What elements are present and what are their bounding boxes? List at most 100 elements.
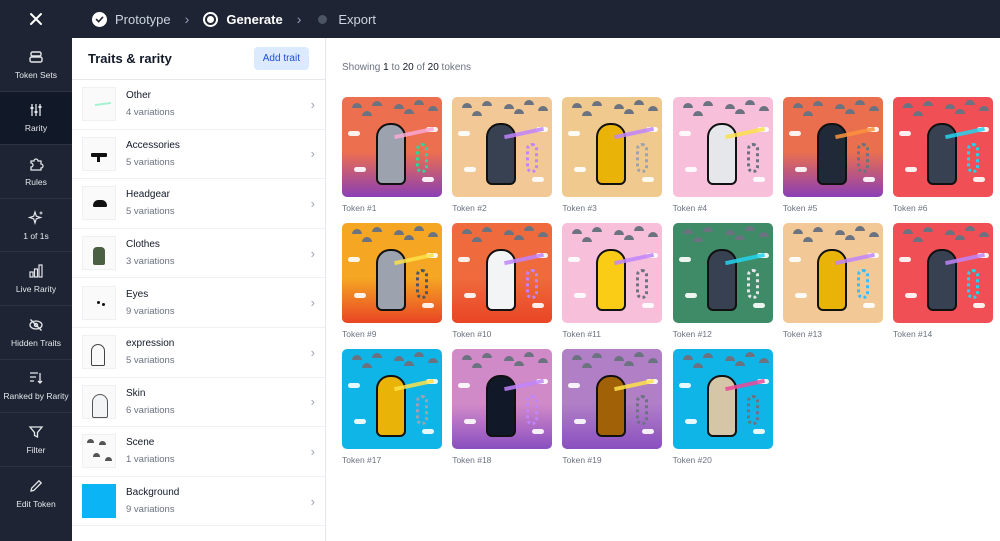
trait-row-clothes[interactable]: Clothes 3 variations › — [72, 229, 325, 279]
step-label: Export — [338, 11, 376, 27]
pencil-icon — [30, 479, 43, 492]
token-label: Token #5 — [782, 203, 818, 213]
rail-item-edit-token[interactable]: Edit Token — [0, 467, 72, 521]
token-image[interactable] — [342, 223, 442, 323]
showing-from: 1 — [383, 62, 389, 73]
rail-label: 1 of 1s — [23, 230, 49, 241]
token-card[interactable]: Token #1 — [342, 97, 442, 213]
token-image[interactable] — [562, 349, 663, 449]
rail-label: Rules — [25, 176, 47, 187]
trait-list: Other 4 variations › Accessories 5 variation… — [72, 80, 325, 527]
token-card[interactable]: Token #2 — [452, 97, 553, 213]
chevron-right-icon: › — [296, 11, 302, 27]
trait-variations: 1 variations — [126, 454, 175, 466]
token-card[interactable]: Token #17 — [342, 349, 442, 465]
token-image[interactable] — [562, 97, 663, 197]
token-image[interactable] — [672, 97, 773, 197]
showing-prefix: Showing — [342, 62, 381, 73]
token-label: Token #10 — [452, 329, 492, 339]
token-image[interactable] — [782, 97, 883, 197]
token-image[interactable] — [562, 223, 663, 323]
trait-row-headgear[interactable]: Headgear 5 variations › — [72, 179, 325, 229]
trait-row-background[interactable]: Background 9 variations › — [72, 477, 325, 527]
token-image[interactable] — [342, 97, 442, 197]
token-label: Token #18 — [452, 455, 492, 465]
token-image[interactable] — [452, 97, 553, 197]
token-card[interactable]: Token #14 — [893, 223, 993, 339]
token-card[interactable]: Token #20 — [672, 349, 773, 465]
trait-name: Eyes — [126, 288, 149, 300]
token-image[interactable] — [782, 223, 883, 323]
trait-row-accessories[interactable]: Accessories 5 variations › — [72, 130, 325, 180]
showing-to-word: to — [391, 62, 400, 73]
add-trait-button[interactable]: Add trait — [253, 47, 309, 70]
token-card[interactable]: Token #9 — [342, 223, 442, 339]
trait-thumbnail — [82, 484, 116, 519]
trait-variations: 9 variations — [126, 305, 175, 317]
pending-step-icon — [318, 14, 328, 24]
rail-label: Ranked by Rarity — [3, 391, 69, 402]
rail-item-rules[interactable]: Rules — [0, 145, 72, 199]
chevron-right-icon: › — [310, 146, 315, 162]
showing-total: 20 — [427, 62, 439, 73]
traits-title: Traits & rarity — [88, 51, 172, 66]
rail-item-hidden-traits[interactable]: Hidden Traits — [0, 306, 72, 360]
token-card[interactable]: Token #11 — [562, 223, 663, 339]
trait-row-eyes[interactable]: Eyes 9 variations › — [72, 278, 325, 328]
token-image[interactable] — [452, 349, 553, 449]
rail-item-filter[interactable]: Filter — [0, 413, 72, 467]
token-card[interactable]: Token #19 — [562, 349, 663, 465]
token-label: Token #4 — [672, 203, 708, 213]
token-label: Token #13 — [782, 329, 823, 339]
chevron-right-icon: › — [310, 443, 315, 459]
trait-name: Background — [126, 487, 180, 499]
traits-header: Traits & rarity Add trait — [72, 38, 325, 80]
token-card[interactable]: Token #13 — [782, 223, 883, 339]
trait-variations: 3 variations — [126, 256, 175, 268]
token-card[interactable]: Token #18 — [452, 349, 553, 465]
rail-item-1-of-1s[interactable]: 1 of 1s — [0, 199, 72, 253]
chevron-right-icon: › — [310, 96, 315, 112]
trait-thumbnail — [82, 285, 116, 320]
token-label: Token #9 — [342, 329, 377, 339]
rail-label: Live Rarity — [15, 284, 57, 295]
token-image[interactable] — [893, 97, 993, 197]
sparkle-icon — [28, 209, 43, 225]
token-card[interactable]: Token #10 — [452, 223, 553, 339]
step-prototype[interactable]: Prototype — [92, 11, 171, 27]
tool-sidebar: Token Sets Rarity Rules 1 of 1s Live Rar… — [0, 38, 72, 541]
token-card[interactable]: Token #3 — [562, 97, 663, 213]
chevron-right-icon: › — [310, 394, 315, 410]
token-card[interactable]: Token #5 — [782, 97, 883, 213]
step-label: Prototype — [115, 11, 171, 27]
trait-row-scene[interactable]: Scene 1 variations › — [72, 427, 325, 477]
token-card[interactable]: Token #6 — [893, 97, 993, 213]
rail-item-rarity[interactable]: Rarity — [0, 91, 72, 146]
chevron-right-icon: › — [310, 493, 315, 509]
token-image[interactable] — [672, 349, 773, 449]
step-export[interactable]: Export — [315, 12, 376, 27]
trait-row-skin[interactable]: Skin 6 variations › — [72, 378, 325, 428]
token-card[interactable]: Token #4 — [672, 97, 773, 213]
rail-item-ranked-by-rarity[interactable]: Ranked by Rarity — [0, 360, 72, 414]
token-image[interactable] — [452, 223, 553, 323]
token-image[interactable] — [342, 349, 442, 449]
rail-item-live-rarity[interactable]: Live Rarity — [0, 252, 72, 306]
trait-row-expression[interactable]: expression 5 variations › — [72, 328, 325, 378]
stack-icon — [29, 51, 43, 63]
trait-row-other[interactable]: Other 4 variations › — [72, 80, 325, 130]
token-label: Token #20 — [672, 455, 712, 465]
token-gallery: Showing 1 to 20 of 20 tokens Token #1 Tok… — [326, 38, 1000, 541]
close-icon — [30, 13, 42, 25]
step-generate[interactable]: Generate — [203, 11, 283, 27]
token-label: Token #2 — [452, 203, 487, 213]
rail-item-token-sets[interactable]: Token Sets — [0, 38, 72, 92]
sort-icon — [30, 372, 43, 385]
close-button[interactable] — [0, 0, 72, 38]
trait-variations: 5 variations — [126, 156, 175, 168]
token-label: Token #1 — [342, 203, 377, 213]
token-image[interactable] — [893, 223, 993, 323]
token-card[interactable]: Token #12 — [672, 223, 773, 339]
rail-label: Filter — [26, 444, 46, 455]
token-image[interactable] — [672, 223, 773, 323]
